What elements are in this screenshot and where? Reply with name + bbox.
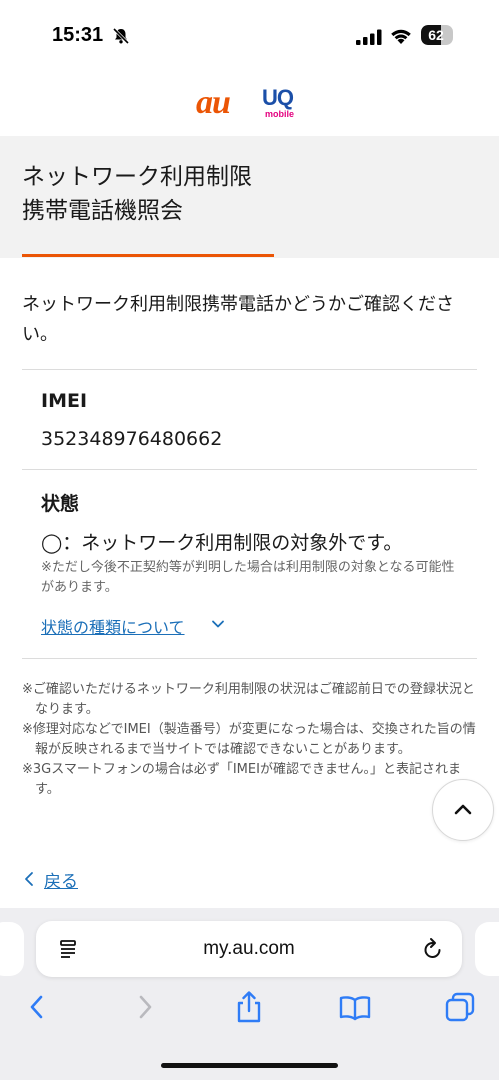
status-note: ※ただし今後不正契約等が判明した場合は利用制限の対象となる可能性があります。 (41, 560, 455, 595)
status-time: 15:31 (52, 24, 104, 46)
back-link-label: 戻る (44, 872, 78, 892)
scroll-to-top-button[interactable] (432, 779, 494, 841)
status-bar: 15:31 62 (0, 0, 499, 70)
note-item: ※ご確認いただけるネットワーク利用制限の状況はご確認前日での登録状況となります。 (22, 682, 475, 717)
uq-mobile-logo: UQ mobile (262, 87, 302, 123)
cellular-signal-icon (356, 29, 382, 45)
reload-icon[interactable] (422, 937, 444, 961)
page-title-line1: ネットワーク利用制限 (22, 164, 252, 190)
status-types-link[interactable]: 状態の種類について (41, 614, 185, 638)
bell-slash-icon (112, 27, 130, 45)
share-icon[interactable] (232, 990, 266, 1024)
imei-value: 352348976480662 (41, 428, 223, 450)
divider (22, 369, 477, 370)
adjacent-tab-left[interactable] (0, 922, 24, 976)
page-title-line2: 携帯電話機照会 (22, 198, 183, 224)
bookmarks-icon[interactable] (338, 990, 372, 1024)
status-value: ◯：ネットワーク利用制限の対象外です。 (41, 532, 403, 554)
status-label: 状態 (41, 493, 80, 515)
battery-level: 62 (428, 27, 444, 43)
note-item: ※修理対応などでIMEI（製造番号）が変更になった場合は、交換された旨の情報が反… (22, 722, 476, 757)
divider (22, 469, 477, 470)
back-link[interactable]: 戻る (22, 867, 78, 892)
back-icon[interactable] (20, 990, 54, 1024)
intro-text: ネットワーク利用制限携帯電話かどうかご確認ください。 (22, 294, 454, 345)
uq-logo-text: UQ (262, 85, 294, 110)
note-item: ※3Gスマートフォンの場合は必ず「IMEIが確認できません。」と表記されます。 (22, 762, 462, 797)
imei-label: IMEI (41, 390, 88, 412)
notes-list: ※ご確認いただけるネットワーク利用制限の状況はご確認前日での登録状況となります。… (22, 680, 482, 800)
forward-icon[interactable] (128, 990, 162, 1024)
tabs-icon[interactable] (443, 990, 477, 1024)
divider (22, 658, 477, 659)
home-indicator (161, 1063, 338, 1068)
chevron-left-icon (25, 872, 33, 886)
title-accent-bar (22, 254, 274, 257)
uq-logo-subtext: mobile (265, 109, 295, 119)
url-text[interactable]: my.au.com (36, 921, 462, 977)
adjacent-tab-right[interactable] (475, 922, 499, 976)
wifi-icon (391, 29, 411, 44)
chevron-down-icon[interactable] (210, 616, 226, 632)
brand-logos: au UQ mobile (0, 85, 499, 125)
chevron-up-icon (454, 804, 472, 815)
battery-icon: 62 (421, 25, 455, 45)
au-logo: au (196, 84, 231, 121)
address-bar[interactable]: my.au.com (36, 921, 462, 977)
